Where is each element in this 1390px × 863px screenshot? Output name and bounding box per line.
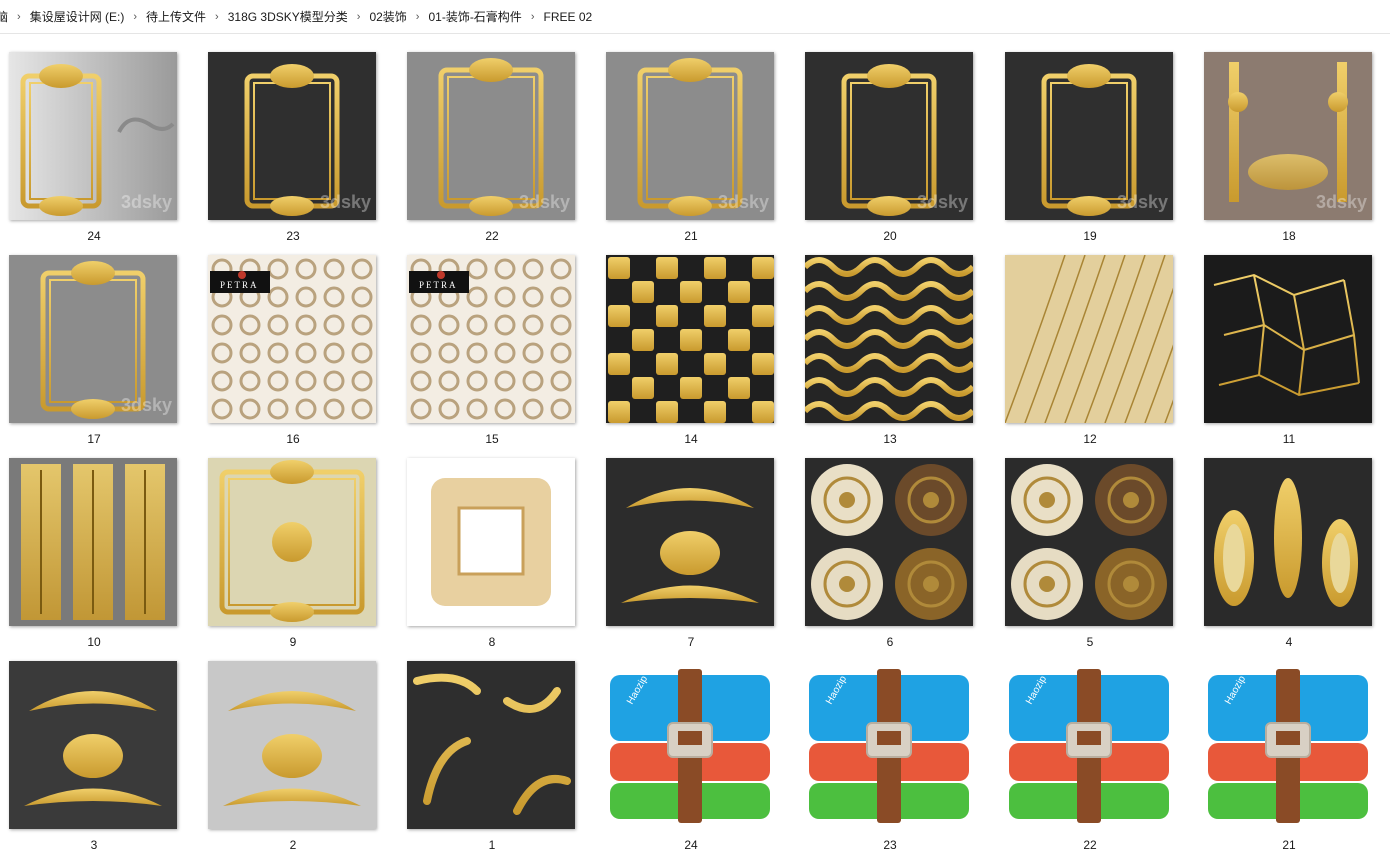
image-thumbnail[interactable]: PETRA (208, 255, 376, 423)
image-file-item[interactable]: 10 (0, 439, 199, 649)
archive-file-item[interactable]: Haozip 24 (597, 642, 796, 852)
breadcrumb-item[interactable]: FREE 02 (537, 10, 598, 24)
image-file-item[interactable]: 3dsky 22 (398, 33, 597, 243)
image-thumbnail[interactable]: 3dsky (1005, 52, 1173, 220)
image-file-item[interactable]: 1 (398, 642, 597, 852)
image-file-item[interactable]: 13 (796, 236, 995, 446)
file-name-label[interactable]: 21 (1195, 838, 1383, 852)
file-name-label[interactable]: 23 (796, 838, 984, 852)
file-name-label[interactable]: 24 (597, 838, 785, 852)
breadcrumb-chevron-icon[interactable]: › (130, 11, 140, 23)
breadcrumb-chevron-icon[interactable]: › (354, 11, 364, 23)
image-file-item[interactable]: 5 (996, 439, 1195, 649)
svg-text:3dsky: 3dsky (320, 192, 371, 212)
image-file-item[interactable]: 3dsky 23 (199, 33, 398, 243)
image-thumbnail[interactable] (606, 458, 774, 626)
svg-text:PETRA: PETRA (220, 280, 259, 290)
haozip-archive-icon[interactable]: Haozip (606, 661, 774, 829)
breadcrumb-item[interactable]: 318G 3DSKY模型分类 (222, 8, 354, 25)
haozip-archive-icon[interactable]: Haozip (1204, 661, 1372, 829)
image-thumbnail[interactable] (407, 661, 575, 829)
image-thumbnail[interactable] (208, 661, 376, 829)
file-name-label[interactable]: 2 (199, 838, 387, 852)
svg-text:3dsky: 3dsky (121, 395, 172, 415)
image-thumbnail[interactable] (1204, 458, 1372, 626)
svg-text:3dsky: 3dsky (1316, 192, 1367, 212)
archive-file-item[interactable]: Haozip 21 (1195, 642, 1390, 852)
image-thumbnail[interactable] (606, 255, 774, 423)
image-file-item[interactable]: PETRA 15 (398, 236, 597, 446)
file-name-label[interactable]: 1 (398, 838, 586, 852)
image-thumbnail[interactable]: 3dsky (407, 52, 575, 220)
image-thumbnail[interactable]: 3dsky (1204, 52, 1372, 220)
file-name-label[interactable]: 3 (0, 838, 188, 852)
image-thumbnail[interactable]: 3dsky (208, 52, 376, 220)
breadcrumb-item[interactable]: 02装饰 (363, 8, 412, 25)
breadcrumb-chevron-icon[interactable]: › (14, 11, 24, 23)
thumbnail-grid: 3dsky 24 3dsky 23 3dsky 22 3dsky 21 3dsky 20 … (0, 33, 1390, 863)
svg-text:3dsky: 3dsky (121, 192, 172, 212)
image-file-item[interactable]: 3dsky 20 (796, 33, 995, 243)
image-file-item[interactable]: 7 (597, 439, 796, 649)
svg-text:3dsky: 3dsky (917, 192, 968, 212)
image-thumbnail[interactable] (1204, 255, 1372, 423)
image-thumbnail[interactable] (407, 458, 575, 626)
svg-text:PETRA: PETRA (419, 280, 458, 290)
address-breadcrumb[interactable]: 脑›集设屋设计网 (E:)›待上传文件›318G 3DSKY模型分类›02装饰›… (0, 0, 1390, 34)
breadcrumb-item[interactable]: 待上传文件 (140, 8, 212, 25)
archive-file-item[interactable]: Haozip 22 (996, 642, 1195, 852)
image-file-item[interactable]: 3dsky 18 (1195, 33, 1390, 243)
image-file-item[interactable]: 12 (996, 236, 1195, 446)
image-thumbnail[interactable]: 3dsky (805, 52, 973, 220)
image-thumbnail[interactable]: 3dsky (9, 52, 177, 220)
image-thumbnail[interactable] (9, 661, 177, 829)
breadcrumb-chevron-icon[interactable]: › (413, 11, 423, 23)
breadcrumb-item[interactable]: 集设屋设计网 (E:) (24, 8, 131, 25)
archive-file-item[interactable]: Haozip 23 (796, 642, 995, 852)
image-thumbnail[interactable] (805, 458, 973, 626)
breadcrumb-item[interactable]: 脑 (0, 8, 14, 25)
image-file-item[interactable]: 11 (1195, 236, 1390, 446)
svg-text:3dsky: 3dsky (718, 192, 769, 212)
haozip-archive-icon[interactable]: Haozip (805, 661, 973, 829)
haozip-archive-icon[interactable]: Haozip (1005, 661, 1173, 829)
image-file-item[interactable]: 8 (398, 439, 597, 649)
image-file-item[interactable]: 2 (199, 642, 398, 852)
image-file-item[interactable]: 6 (796, 439, 995, 649)
image-file-item[interactable]: PETRA 16 (199, 236, 398, 446)
breadcrumb-item[interactable]: 01-装饰-石膏构件 (422, 8, 527, 25)
svg-text:3dsky: 3dsky (1117, 192, 1168, 212)
breadcrumb-chevron-icon[interactable]: › (212, 11, 222, 23)
image-thumbnail[interactable]: 3dsky (9, 255, 177, 423)
image-file-item[interactable]: 3dsky 21 (597, 33, 796, 243)
image-file-item[interactable]: 14 (597, 236, 796, 446)
image-file-item[interactable]: 9 (199, 439, 398, 649)
image-file-item[interactable]: 3dsky 19 (996, 33, 1195, 243)
image-thumbnail[interactable] (1005, 458, 1173, 626)
image-file-item[interactable]: 4 (1195, 439, 1390, 649)
image-thumbnail[interactable]: PETRA (407, 255, 575, 423)
image-thumbnail[interactable] (1005, 255, 1173, 423)
file-name-label[interactable]: 22 (996, 838, 1184, 852)
image-thumbnail[interactable] (805, 255, 973, 423)
image-file-item[interactable]: 3dsky 17 (0, 236, 199, 446)
image-thumbnail[interactable] (9, 458, 177, 626)
image-file-item[interactable]: 3 (0, 642, 199, 852)
image-file-item[interactable]: 3dsky 24 (0, 33, 199, 243)
breadcrumb-chevron-icon[interactable]: › (528, 11, 538, 23)
svg-text:3dsky: 3dsky (519, 192, 570, 212)
image-thumbnail[interactable]: 3dsky (606, 52, 774, 220)
image-thumbnail[interactable] (208, 458, 376, 626)
